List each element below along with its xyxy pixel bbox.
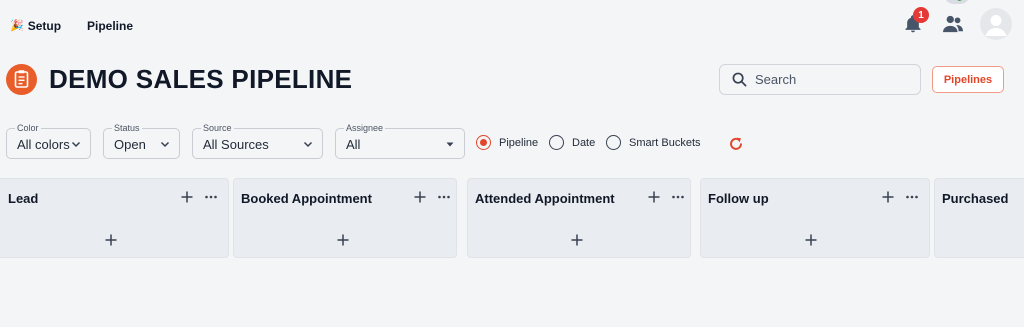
view-mode-label: Smart Buckets <box>629 136 701 149</box>
more-icon[interactable] <box>204 191 218 203</box>
chevron-down-icon <box>71 141 81 148</box>
view-mode-date[interactable]: Date <box>549 135 595 150</box>
pipelines-button[interactable]: Pipelines <box>932 66 1004 93</box>
refresh-icon[interactable] <box>728 136 744 152</box>
color-filter[interactable]: Color All colors <box>6 123 91 159</box>
stage-title: Purchased <box>942 191 1009 206</box>
assignee-filter[interactable]: Assignee All <box>335 123 465 159</box>
plus-icon[interactable] <box>180 190 194 204</box>
color-filter-label: Color <box>15 123 41 133</box>
pipeline-logo <box>6 64 37 95</box>
color-filter-value: All colors <box>17 137 70 152</box>
nav-setup-link[interactable]: 🎉 Setup <box>10 19 61 33</box>
plus-icon[interactable] <box>104 233 118 247</box>
users-icon[interactable] <box>942 14 964 34</box>
user-avatar[interactable] <box>980 8 1012 40</box>
top-nav: 🎉 Setup Pipeline 1 <box>0 0 1024 52</box>
stage-title: Booked Appointment <box>241 191 372 206</box>
stage-title: Attended Appointment <box>475 191 615 206</box>
party-icon: 🎉 <box>10 19 24 32</box>
source-filter[interactable]: Source All Sources <box>192 123 323 159</box>
plus-icon[interactable] <box>881 190 895 204</box>
more-icon[interactable] <box>437 191 451 203</box>
radio-unchecked-icon <box>549 135 564 150</box>
view-mode-label: Date <box>572 136 596 149</box>
more-icon[interactable] <box>671 191 685 203</box>
radio-checked-icon <box>476 135 491 150</box>
radio-unchecked-icon <box>606 135 621 150</box>
chevron-down-icon <box>160 141 170 148</box>
stage-column-lead: Lead <box>0 178 229 258</box>
notification-badge: 1 <box>913 7 929 23</box>
search-icon <box>732 72 747 87</box>
stage-title: Follow up <box>708 191 769 206</box>
chevron-down-icon <box>303 141 313 148</box>
status-filter-value: Open <box>114 137 146 152</box>
stage-title: Lead <box>8 191 39 206</box>
stage-column-purchased: Purchased <box>934 178 1024 258</box>
plus-icon[interactable] <box>804 233 818 247</box>
stage-column-follow-up: Follow up <box>700 178 930 258</box>
plus-icon[interactable] <box>413 190 427 204</box>
clipboard-icon <box>14 70 29 88</box>
status-filter[interactable]: Status Open <box>103 123 180 159</box>
view-mode-label: Pipeline <box>499 136 539 149</box>
caret-down-icon <box>446 142 454 147</box>
search-box[interactable] <box>719 64 921 95</box>
nav-pipeline-link[interactable]: Pipeline <box>87 19 133 33</box>
view-mode-pipeline[interactable]: Pipeline <box>476 135 538 150</box>
search-input[interactable] <box>755 72 905 87</box>
plus-icon[interactable] <box>647 190 661 204</box>
source-filter-label: Source <box>201 123 234 133</box>
assignee-filter-value: All <box>346 137 361 152</box>
stage-column-booked-appointment: Booked Appointment <box>233 178 457 258</box>
status-filter-label: Status <box>112 123 142 133</box>
nav-setup-label: Setup <box>27 19 62 33</box>
page-title: DEMO SALES PIPELINE <box>49 64 353 94</box>
more-icon[interactable] <box>905 191 919 203</box>
avatar-icon <box>985 15 1007 36</box>
stage-column-attended-appointment: Attended Appointment <box>467 178 691 258</box>
source-filter-value: All Sources <box>203 137 269 152</box>
assignee-filter-label: Assignee <box>344 123 386 133</box>
online-status-indicator <box>944 0 970 4</box>
plus-icon[interactable] <box>570 233 584 247</box>
view-mode-smart-buckets[interactable]: Smart Buckets <box>606 135 701 150</box>
plus-icon[interactable] <box>336 233 350 247</box>
